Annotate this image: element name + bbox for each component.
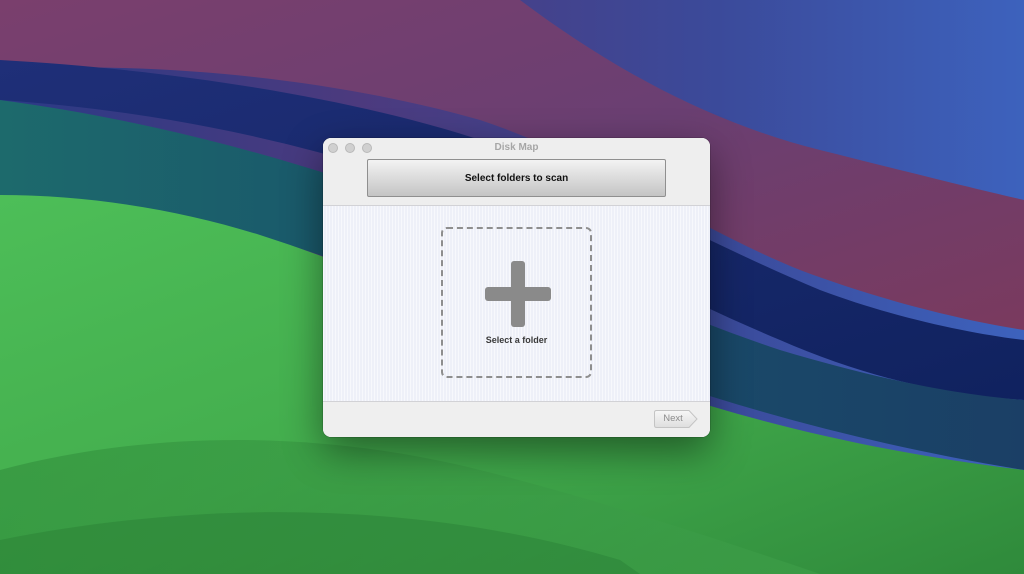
select-folders-to-scan-label: Select folders to scan bbox=[464, 172, 569, 184]
window-footer: Next bbox=[323, 401, 710, 437]
title-bar: Disk Map Select folders to scan bbox=[323, 138, 710, 206]
desktop: Disk Map Select folders to scan Select a… bbox=[0, 0, 1024, 574]
disk-map-window: Disk Map Select folders to scan Select a… bbox=[323, 138, 710, 437]
select-folder-label: Select a folder bbox=[485, 335, 548, 345]
select-folder-drop-zone[interactable]: Select a folder bbox=[441, 227, 592, 378]
plus-icon bbox=[485, 261, 551, 327]
next-button[interactable]: Next bbox=[654, 410, 698, 428]
next-button-label: Next bbox=[663, 413, 683, 424]
select-folders-to-scan-button[interactable]: Select folders to scan bbox=[367, 159, 666, 197]
window-title: Disk Map bbox=[494, 142, 539, 153]
folder-drop-area: Select a folder bbox=[323, 206, 710, 401]
